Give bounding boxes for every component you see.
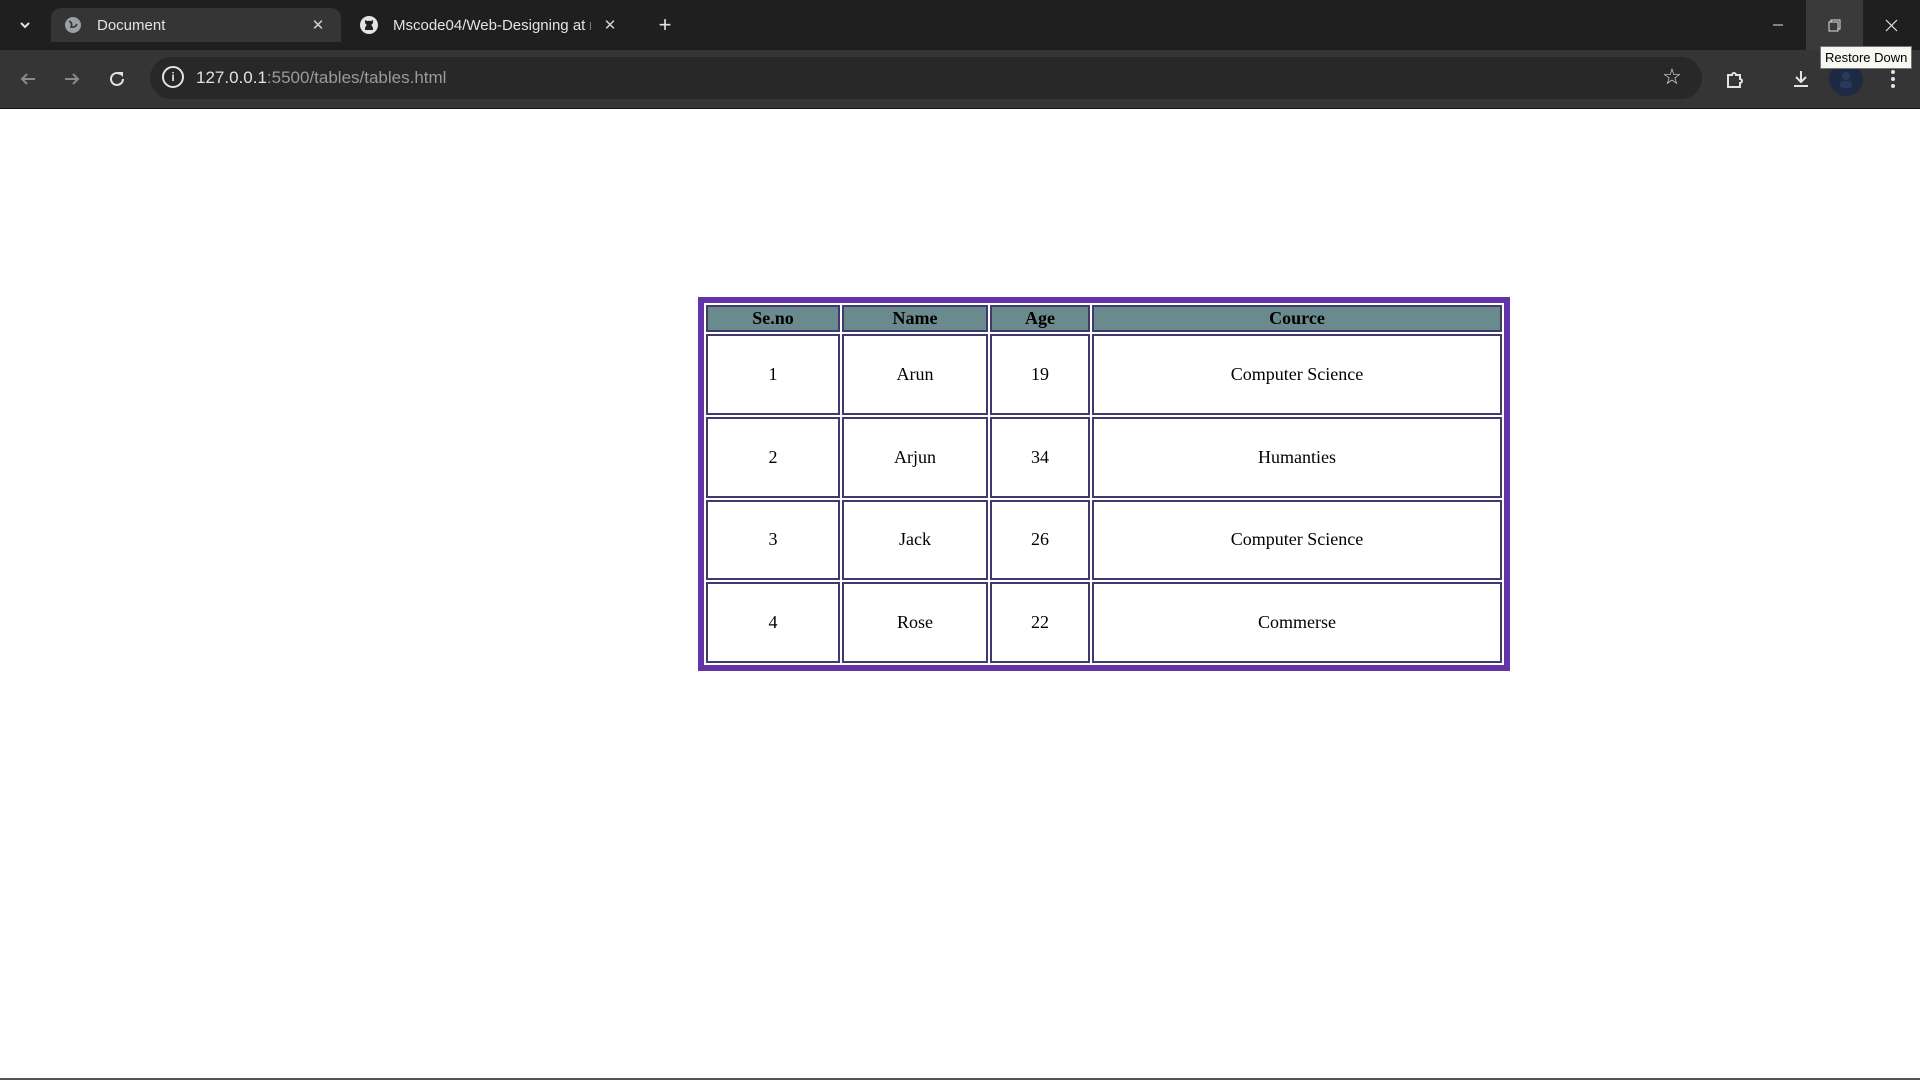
cell-serial: 1 [706,334,840,415]
cell-name: Arun [842,334,988,415]
globe-icon [63,15,83,35]
cell-age: 26 [990,499,1090,581]
tab-document[interactable]: Document ✕ [51,8,341,42]
tooltip: Restore Down [1820,46,1913,69]
cell-serial: 3 [706,499,840,581]
arrow-right-icon[interactable] [57,64,87,94]
header-age: Age [990,305,1090,332]
cell-name: Jack [842,499,988,581]
url-path: :5500/tables/tables.html [266,68,447,87]
plus-icon[interactable]: + [650,10,680,40]
header-serial: Se.no [706,305,840,332]
tab-title: Document [97,16,166,34]
window-close-icon[interactable] [1863,0,1920,50]
toolbar: i 127.0.0.1:5500/tables/tables.html ☆ [0,50,1920,109]
cell-course: Computer Science [1092,499,1502,581]
cell-age: 22 [990,582,1090,663]
tab-title: Mscode04/Web-Designing at m [393,16,591,34]
cell-name: Rose [842,582,988,663]
star-icon[interactable]: ☆ [1660,64,1684,89]
cell-course: Commerse [1092,582,1502,663]
cell-serial: 2 [706,416,840,498]
close-icon[interactable]: ✕ [307,14,329,36]
students-table: Se.no Name Age Cource 1 Arun 19 Computer… [698,297,1510,671]
table-row: 2 Arjun 34 Humanties [706,416,1502,498]
close-icon[interactable]: ✕ [599,14,621,36]
info-icon[interactable]: i [162,66,184,88]
chevron-down-icon[interactable] [10,10,40,40]
table-row: 1 Arun 19 Computer Science [706,334,1502,415]
cell-age: 19 [990,334,1090,415]
cell-age: 34 [990,416,1090,498]
download-icon[interactable] [1786,64,1816,94]
arrow-left-icon[interactable] [13,64,43,94]
table-row: 4 Rose 22 Commerse [706,582,1502,663]
restore-down-icon[interactable] [1806,0,1863,50]
page-viewport: Se.no Name Age Cource 1 Arun 19 Computer… [0,109,1920,1080]
address-bar[interactable]: i 127.0.0.1:5500/tables/tables.html ☆ [150,57,1702,99]
puzzle-icon[interactable] [1720,64,1750,94]
tab-github[interactable]: Mscode04/Web-Designing at m ✕ [347,8,633,42]
github-icon [359,15,379,35]
cell-serial: 4 [706,582,840,663]
reload-icon[interactable] [102,64,132,94]
cell-course: Humanties [1092,416,1502,498]
url-text[interactable]: 127.0.0.1:5500/tables/tables.html [196,68,446,88]
minimize-icon[interactable] [1749,0,1806,50]
url-host: 127.0.0.1 [196,68,267,87]
tab-strip: Document ✕ Mscode04/Web-Designing at m ✕… [0,0,1920,50]
header-name: Name [842,305,988,332]
table-header-row: Se.no Name Age Cource [706,305,1502,332]
header-course: Cource [1092,305,1502,332]
cell-course: Computer Science [1092,334,1502,415]
table-row: 3 Jack 26 Computer Science [706,499,1502,581]
cell-name: Arjun [842,416,988,498]
